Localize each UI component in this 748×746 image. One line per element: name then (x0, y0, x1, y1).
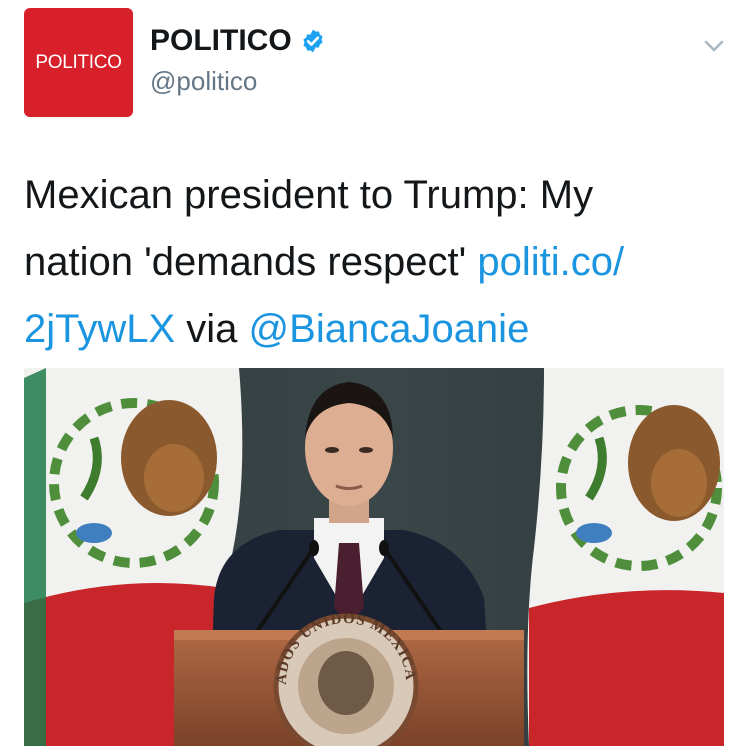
tweet-text: Mexican president to Trump: My nation 'd… (24, 162, 724, 363)
avatar[interactable]: POLITICO (24, 8, 133, 117)
tweet-link-part1[interactable]: politi.co/ (477, 240, 624, 284)
via-text: via (175, 307, 249, 351)
display-name-row[interactable]: POLITICO (150, 24, 326, 58)
avatar-logo-text: POLITICO (35, 51, 122, 73)
account-handle[interactable]: @politico (150, 66, 257, 97)
flag-right (527, 368, 724, 746)
tweet-text-line2: nation 'demands respect' (24, 240, 478, 284)
chevron-down-icon[interactable] (702, 34, 726, 58)
tweet-link-part2[interactable]: 2jTywLX (24, 307, 175, 351)
tweet-text-line1: Mexican president to Trump: My (24, 173, 594, 217)
verified-badge-icon (303, 29, 323, 53)
display-name[interactable]: POLITICO (150, 24, 292, 58)
photo-illustration: ESTADOS UNIDOS MEXICANOS (24, 368, 724, 746)
tweet-media-photo[interactable]: ESTADOS UNIDOS MEXICANOS (24, 368, 724, 746)
mention-link[interactable]: @BiancaJoanie (249, 307, 530, 351)
